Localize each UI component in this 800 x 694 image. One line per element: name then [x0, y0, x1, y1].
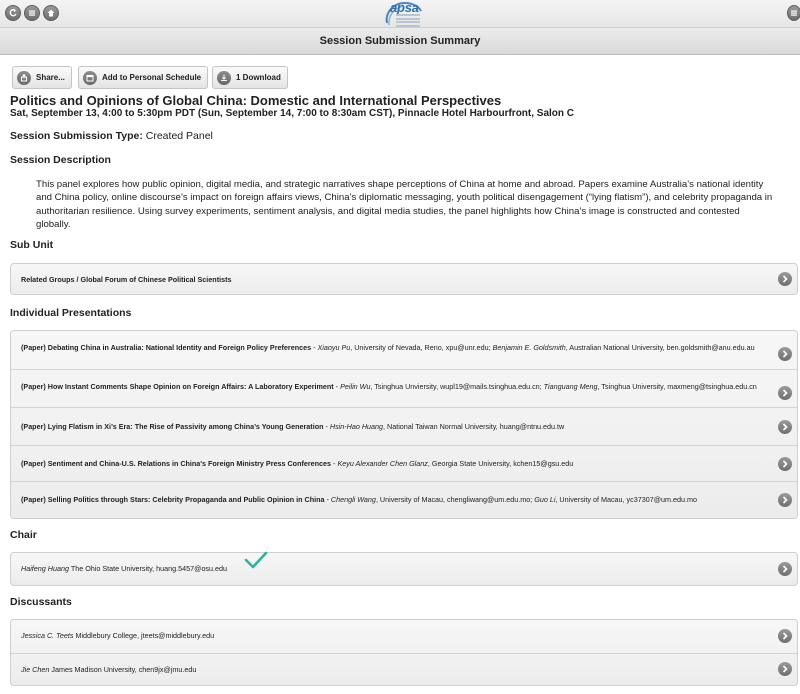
home-button[interactable]: [43, 5, 59, 21]
sub-unit-list: Related Groups / Global Forum of Chinese…: [10, 263, 798, 295]
chair-text: Haifeng Huang The Ohio State University,…: [21, 564, 228, 573]
logo-subtitle: [396, 14, 420, 28]
share-label: Share...: [36, 73, 65, 82]
chevron-right-icon: [778, 662, 792, 676]
menu-icon: [29, 10, 35, 16]
chevron-right-icon: [778, 629, 792, 643]
session-type-label: Session Submission Type:: [10, 130, 143, 142]
page-title: Session Submission Summary: [0, 28, 800, 55]
discussant-item[interactable]: Jie Chen James Madison University, chen9…: [11, 653, 797, 685]
calendar-icon: [83, 70, 97, 85]
apsa-logo[interactable]: apsa: [380, 0, 424, 27]
add-to-schedule-button[interactable]: Add to Personal Schedule: [78, 66, 209, 89]
share-button[interactable]: Share...: [12, 66, 72, 89]
session-type: Session Submission Type: Created Panel: [10, 130, 213, 142]
presentations-heading: Individual Presentations: [10, 307, 132, 319]
download-label: 1 Download: [236, 73, 281, 82]
presentations-list: (Paper) Debating China in Australia: Nat…: [10, 330, 798, 519]
session-time-location: Sat, September 13, 4:00 to 5:30pm PDT (S…: [10, 108, 575, 119]
presentation-text: (Paper) Selling Politics through Stars: …: [21, 495, 697, 504]
logo-text: apsa: [390, 0, 419, 15]
share-icon: [17, 70, 31, 85]
session-description: This panel explores how public opinion, …: [36, 179, 773, 230]
presentation-text: (Paper) Sentiment and China-U.S. Relatio…: [21, 459, 574, 468]
top-nav-bar: apsa: [0, 0, 800, 28]
options-button[interactable]: [787, 5, 800, 21]
presentation-item[interactable]: (Paper) Debating China in Australia: Nat…: [11, 331, 797, 369]
presentation-item[interactable]: (Paper) Lying Flatism in Xi’s Era: The R…: [11, 407, 797, 445]
sub-unit-item[interactable]: Related Groups / Global Forum of Chinese…: [11, 264, 797, 294]
sub-unit-heading: Sub Unit: [10, 239, 54, 251]
chevron-right-icon: [778, 347, 792, 361]
chair-heading: Chair: [10, 529, 37, 541]
home-icon: [47, 9, 55, 17]
session-type-value: Created Panel: [145, 130, 213, 142]
chevron-right-icon: [778, 493, 792, 507]
chair-item[interactable]: Haifeng Huang The Ohio State University,…: [11, 553, 797, 585]
discussant-item[interactable]: Jessica C. Teets Middlebury College, jte…: [11, 620, 797, 653]
chevron-right-icon: [778, 420, 792, 434]
discussants-list: Jessica C. Teets Middlebury College, jte…: [10, 619, 798, 686]
presentation-text: (Paper) Debating China in Australia: Nat…: [21, 343, 755, 352]
menu-icon: [791, 10, 797, 16]
chevron-right-icon: [778, 562, 792, 576]
presentation-item[interactable]: (Paper) Sentiment and China-U.S. Relatio…: [11, 445, 797, 481]
description-heading: Session Description: [10, 154, 111, 166]
session-title: Politics and Opinions of Global China: D…: [10, 93, 502, 108]
chair-list: Haifeng Huang The Ohio State University,…: [10, 552, 798, 586]
chevron-right-icon: [778, 272, 792, 286]
sub-unit-label: Related Groups / Global Forum of Chinese…: [21, 275, 232, 284]
presentation-item[interactable]: (Paper) How Instant Comments Shape Opini…: [11, 369, 797, 407]
download-icon: [217, 70, 231, 85]
discussants-heading: Discussants: [10, 596, 72, 608]
back-arrow-icon: [9, 9, 17, 17]
schedule-label: Add to Personal Schedule: [102, 73, 202, 82]
discussant-text: Jessica C. Teets Middlebury College, jte…: [21, 631, 215, 640]
download-button[interactable]: 1 Download: [212, 66, 288, 89]
menu-button[interactable]: [24, 5, 40, 21]
discussant-text: Jie Chen James Madison University, chen9…: [21, 665, 197, 674]
chevron-right-icon: [778, 457, 792, 471]
presentation-item[interactable]: (Paper) Selling Politics through Stars: …: [11, 481, 797, 517]
presentation-text: (Paper) How Instant Comments Shape Opini…: [21, 382, 757, 391]
checkmark-icon: [244, 551, 268, 569]
chevron-right-icon: [778, 386, 792, 400]
back-button[interactable]: [5, 5, 21, 21]
presentation-text: (Paper) Lying Flatism in Xi’s Era: The R…: [21, 422, 565, 431]
